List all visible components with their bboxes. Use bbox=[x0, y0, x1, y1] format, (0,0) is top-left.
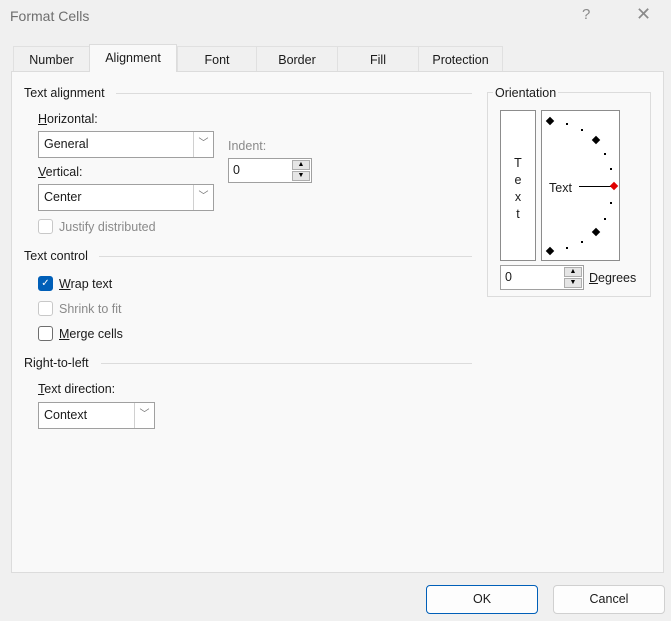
vertical-text-char: T bbox=[514, 156, 522, 170]
shrink-to-fit-checkbox[interactable] bbox=[38, 301, 53, 316]
vertical-label: Vertical: bbox=[38, 165, 82, 179]
orientation-tick bbox=[604, 218, 606, 220]
text-direction-value: Context bbox=[44, 408, 88, 422]
label-text: erge cells bbox=[69, 327, 123, 341]
orientation-group-label: Orientation bbox=[493, 86, 559, 100]
indent-value[interactable]: 0 bbox=[233, 163, 240, 177]
arrow-down-icon[interactable]: ▼ bbox=[564, 278, 582, 288]
spinner-arrows: ▲ ▼ bbox=[292, 160, 310, 181]
degrees-label: Degrees bbox=[589, 271, 636, 285]
shrink-to-fit-label: Shrink to fit bbox=[59, 302, 122, 316]
vertical-text-char: x bbox=[514, 190, 522, 204]
orientation-tick bbox=[581, 129, 583, 131]
access-key: H bbox=[38, 112, 48, 126]
orientation-dial[interactable]: Text bbox=[541, 110, 620, 261]
wrap-text-label: Wrap text bbox=[59, 277, 112, 291]
orientation-tick bbox=[566, 123, 568, 125]
orientation-marker[interactable] bbox=[591, 135, 601, 145]
arrow-up-icon[interactable]: ▲ bbox=[292, 160, 310, 170]
orientation-marker[interactable] bbox=[545, 116, 555, 126]
orientation-marker[interactable] bbox=[545, 246, 555, 256]
arrow-up-icon[interactable]: ▲ bbox=[564, 267, 582, 277]
orientation-tick bbox=[566, 247, 568, 249]
access-key: V bbox=[38, 165, 46, 179]
wrap-text-checkbox[interactable]: ✓ bbox=[38, 276, 53, 291]
degrees-spinner[interactable]: 0 ▲ ▼ bbox=[500, 265, 584, 290]
ok-button[interactable]: OK bbox=[426, 585, 538, 614]
dial-text: Text bbox=[549, 181, 572, 195]
group-divider bbox=[116, 93, 472, 94]
merge-cells-label: Merge cells bbox=[59, 327, 123, 341]
degrees-value[interactable]: 0 bbox=[505, 270, 512, 284]
indent-spinner[interactable]: 0 ▲ ▼ bbox=[228, 158, 312, 183]
label-text: ertical: bbox=[45, 165, 83, 179]
access-key: D bbox=[589, 271, 599, 285]
chevron-down-icon[interactable]: ﹀ bbox=[193, 132, 213, 157]
orientation-marker[interactable] bbox=[591, 227, 601, 237]
vertical-text-box[interactable]: T e x t bbox=[500, 110, 536, 261]
text-direction-label: Text direction: bbox=[38, 382, 115, 396]
vertical-dropdown[interactable]: Center ﹀ bbox=[38, 184, 214, 211]
vertical-text-char: t bbox=[516, 207, 520, 221]
label-text: rap text bbox=[70, 277, 113, 291]
horizontal-value: General bbox=[44, 137, 89, 151]
orientation-tick bbox=[610, 168, 612, 170]
orientation-indicator[interactable] bbox=[609, 181, 619, 191]
check-icon: ✓ bbox=[41, 278, 50, 289]
orientation-line bbox=[579, 186, 611, 187]
orientation-tick bbox=[604, 153, 606, 155]
vertical-value: Center bbox=[44, 190, 82, 204]
right-to-left-group-label: Right-to-left bbox=[24, 356, 89, 370]
access-key: M bbox=[59, 327, 70, 341]
cancel-button[interactable]: Cancel bbox=[553, 585, 665, 614]
group-divider bbox=[101, 363, 472, 364]
orientation-tick bbox=[610, 202, 612, 204]
chevron-down-icon[interactable]: ﹀ bbox=[193, 185, 213, 210]
merge-cells-checkbox[interactable] bbox=[38, 326, 53, 341]
label-text: orizontal: bbox=[47, 112, 98, 126]
justify-distributed-label: Justify distributed bbox=[59, 220, 156, 234]
chevron-down-icon[interactable]: ﹀ bbox=[134, 403, 154, 428]
spinner-arrows: ▲ ▼ bbox=[564, 267, 582, 288]
arrow-down-icon[interactable]: ▼ bbox=[292, 171, 310, 181]
access-key: W bbox=[59, 277, 71, 291]
vertical-text: T e x t bbox=[501, 155, 535, 223]
label-text: ext direction: bbox=[44, 382, 116, 396]
vertical-text-char: e bbox=[514, 173, 522, 187]
text-direction-dropdown[interactable]: Context ﹀ bbox=[38, 402, 155, 429]
label-text: egrees bbox=[598, 271, 637, 285]
text-control-group-label: Text control bbox=[24, 249, 88, 263]
text-alignment-group-label: Text alignment bbox=[24, 86, 105, 100]
indent-label: Indent: bbox=[228, 139, 267, 153]
justify-distributed-checkbox[interactable] bbox=[38, 219, 53, 234]
horizontal-dropdown[interactable]: General ﹀ bbox=[38, 131, 214, 158]
horizontal-label: Horizontal: bbox=[38, 112, 98, 126]
group-divider bbox=[99, 256, 472, 257]
orientation-tick bbox=[581, 241, 583, 243]
